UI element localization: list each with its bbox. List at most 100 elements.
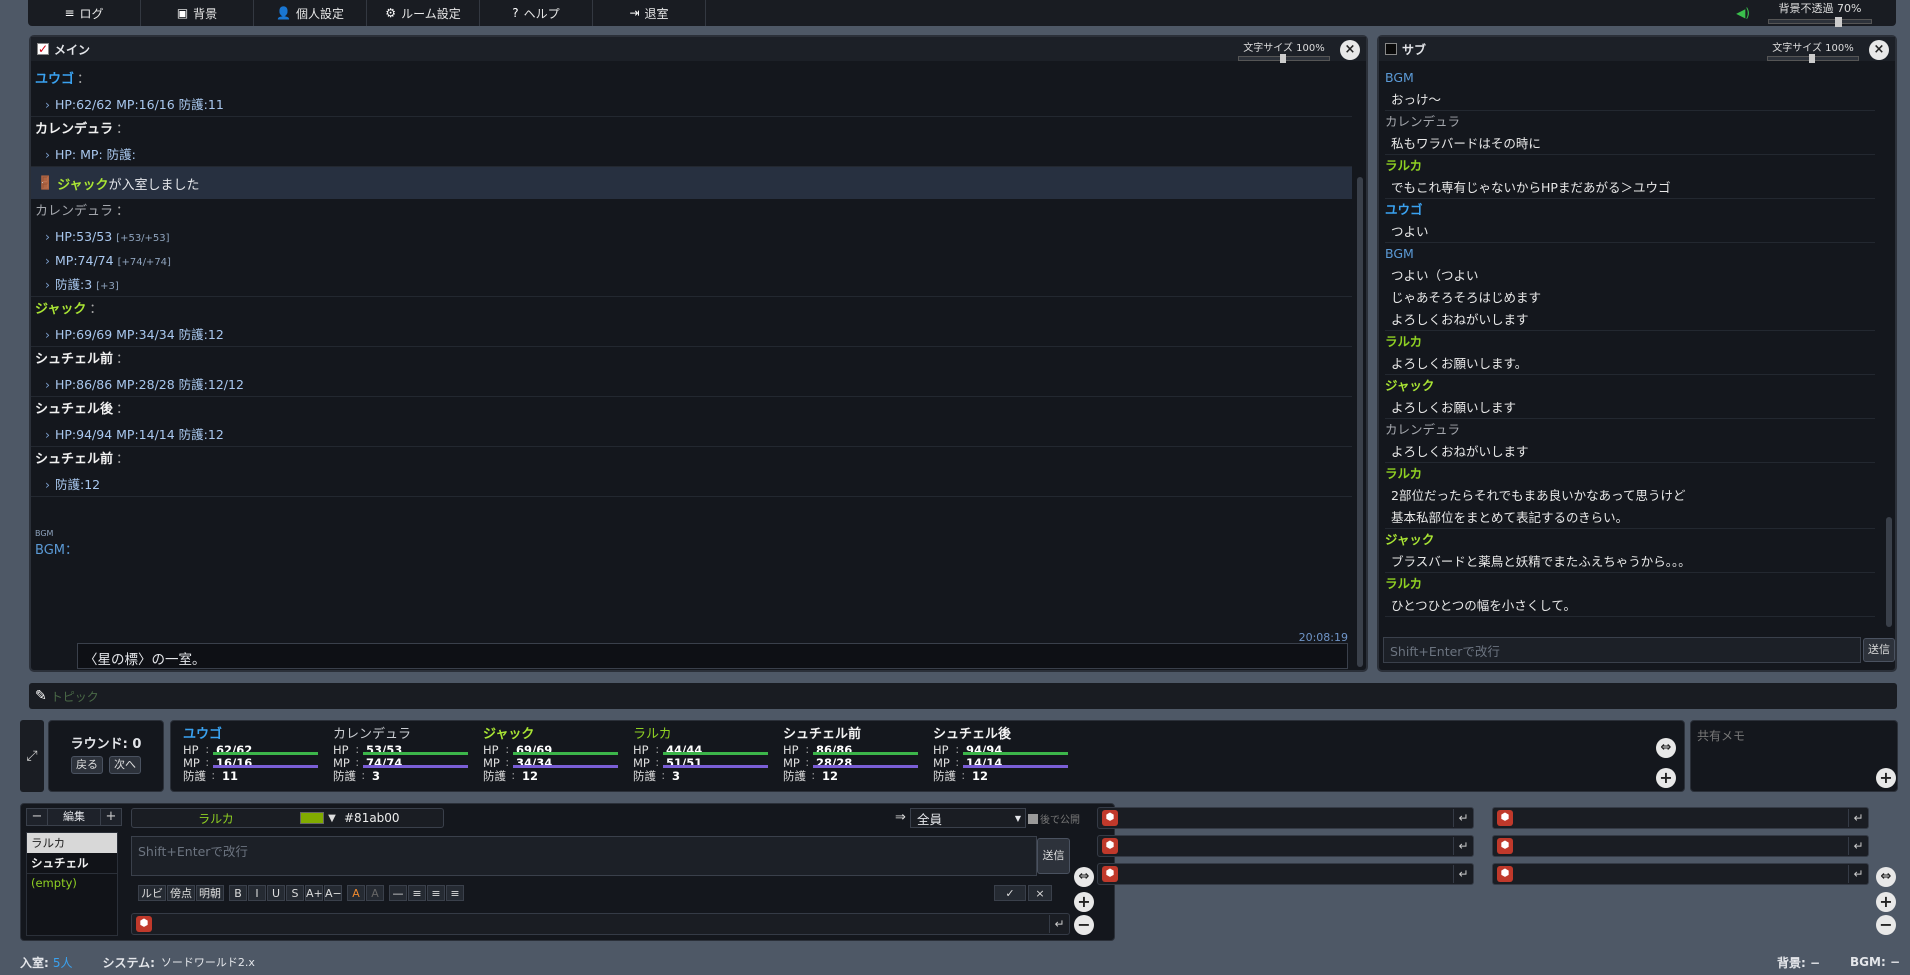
- dice-icon[interactable]: ⬢: [1497, 838, 1513, 854]
- publish-later-checkbox[interactable]: [1028, 813, 1038, 824]
- speaker-icon[interactable]: ◀): [1736, 6, 1750, 20]
- log-line-text: HP: MP: 防護:: [55, 147, 136, 162]
- character-status[interactable]: ジャック HP： 69/69 MP： 34/34 防護： 12: [483, 727, 633, 783]
- enter-icon[interactable]: ↵: [1049, 915, 1069, 933]
- main-close-button[interactable]: ×: [1340, 40, 1360, 60]
- main-chat-input[interactable]: Shift+Enterで改行: [131, 836, 1037, 876]
- format-font-down-button[interactable]: A−: [324, 885, 342, 901]
- sub-checkbox[interactable]: [1385, 43, 1397, 55]
- format-align-center-button[interactable]: ≡: [427, 885, 445, 901]
- sub-close-button[interactable]: ×: [1869, 40, 1889, 60]
- dice-icon[interactable]: ⬢: [1497, 866, 1513, 882]
- swap-icon[interactable]: ⇔: [1656, 738, 1676, 758]
- slider-knob[interactable]: [1809, 54, 1816, 63]
- round-next-button[interactable]: 次へ: [109, 756, 141, 774]
- sub-log-text: よろしくお願いします。: [1391, 356, 1528, 371]
- sub-log-text: 基本私部位をまとめて表記するのきらい。: [1391, 510, 1629, 525]
- format-underline-button[interactable]: U: [267, 885, 285, 901]
- confirm-button[interactable]: ✓: [994, 885, 1026, 901]
- sub-font-size-slider[interactable]: [1767, 54, 1859, 63]
- sub-scrollbar[interactable]: [1886, 517, 1892, 627]
- character-status[interactable]: ラルカ HP： 44/44 MP： 51/51 防護： 3: [633, 727, 783, 783]
- character-item-empty[interactable]: (empty): [27, 874, 117, 892]
- enter-icon[interactable]: ↵: [1453, 865, 1473, 883]
- speaker-color-swatch[interactable]: [300, 812, 324, 824]
- character-status[interactable]: シュチェル後 HP： 94/94 MP： 14/14 防護： 12: [933, 727, 1083, 783]
- main-font-size-slider[interactable]: [1238, 54, 1330, 63]
- character-item-laruka[interactable]: ラルカ: [27, 833, 117, 853]
- target-select[interactable]: 全員 ▼: [910, 808, 1026, 828]
- main-panel-header: ✓ メイン 文字サイズ 100% ×: [31, 37, 1366, 63]
- remove-character-button[interactable]: −: [27, 809, 47, 825]
- room-settings-menu[interactable]: ⚙ ルーム設定: [367, 0, 480, 26]
- format-bold-button[interactable]: B: [229, 885, 247, 901]
- format-align-right-button[interactable]: ≡: [446, 885, 464, 901]
- publish-later-option[interactable]: 後で公開: [1028, 811, 1080, 826]
- add-dice-row-button[interactable]: +: [1074, 892, 1094, 912]
- format-hr-button[interactable]: —: [389, 885, 407, 901]
- slider-knob[interactable]: [1835, 17, 1843, 27]
- sub-chat-input[interactable]: Shift+Enterで改行: [1390, 641, 1500, 660]
- character-status[interactable]: カレンデュラ HP： 53/53 MP： 74/74 防護： 3: [333, 727, 483, 783]
- chevron-down-icon[interactable]: ▼: [324, 813, 340, 824]
- sub-send-button[interactable]: 送信: [1863, 638, 1895, 662]
- format-italic-button[interactable]: I: [248, 885, 266, 901]
- edit-characters-button[interactable]: 編集: [47, 809, 101, 825]
- main-scrollbar[interactable]: [1357, 177, 1363, 667]
- topic-bar[interactable]: ✎ トピック: [29, 683, 1897, 709]
- leave-room-menu[interactable]: ⇥ 退室: [593, 0, 706, 26]
- character-status[interactable]: ユウゴ HP： 62/62 MP： 16/16 防護： 11: [183, 727, 333, 783]
- speaker-name-field[interactable]: ラルカ: [132, 810, 300, 827]
- enter-icon[interactable]: ↵: [1453, 837, 1473, 855]
- format-mincho-button[interactable]: 明朝: [196, 885, 224, 901]
- format-color-a-grey-button[interactable]: A: [366, 885, 384, 901]
- add-dice-row-button[interactable]: +: [1876, 892, 1896, 912]
- system-label: システム:: [102, 955, 155, 970]
- format-emphasis-button[interactable]: 傍点: [167, 885, 195, 901]
- log-line-text: MP:74/74: [55, 253, 114, 268]
- enter-icon[interactable]: ↵: [1848, 837, 1868, 855]
- help-menu[interactable]: ? ヘルプ: [480, 0, 593, 26]
- cancel-button[interactable]: ×: [1028, 885, 1052, 901]
- swap-icon[interactable]: ⇔: [1074, 867, 1094, 887]
- personal-settings-menu[interactable]: 👤 個人設定: [254, 0, 367, 26]
- add-character-button[interactable]: +: [101, 809, 121, 825]
- slider-knob[interactable]: [1280, 54, 1287, 63]
- character-item-schutel[interactable]: シュチェル: [27, 853, 117, 874]
- format-ruby-button[interactable]: ルビ: [138, 885, 166, 901]
- log-menu[interactable]: ≡ ログ: [28, 0, 141, 26]
- dice-icon[interactable]: ⬢: [1102, 866, 1118, 882]
- format-font-up-button[interactable]: A+: [305, 885, 323, 901]
- format-color-a-button[interactable]: A: [347, 885, 365, 901]
- add-status-button[interactable]: +: [1656, 768, 1676, 788]
- edit-icon[interactable]: ✎: [35, 688, 47, 704]
- speaker-color-hex[interactable]: #81ab00: [340, 811, 400, 825]
- add-memo-button[interactable]: +: [1876, 768, 1896, 788]
- sub-log-text: つよい（つよい: [1391, 268, 1479, 283]
- collapse-status-button[interactable]: ⤢: [20, 720, 44, 792]
- dice-icon[interactable]: ⬢: [1102, 838, 1118, 854]
- background-menu[interactable]: ▣ 背景: [141, 0, 254, 26]
- status-def-value: 12: [822, 768, 839, 783]
- format-strike-button[interactable]: S: [286, 885, 304, 901]
- enter-icon[interactable]: ↵: [1453, 809, 1473, 827]
- character-status[interactable]: シュチェル前 HP： 86/86 MP： 28/28 防護： 12: [783, 727, 933, 783]
- bg-opacity-slider[interactable]: [1768, 17, 1872, 27]
- main-checkbox[interactable]: ✓: [37, 43, 49, 55]
- enter-icon[interactable]: ↵: [1848, 865, 1868, 883]
- format-align-left-button[interactable]: ≡: [408, 885, 426, 901]
- round-back-button[interactable]: 戻る: [71, 756, 103, 774]
- remove-dice-row-button[interactable]: −: [1074, 915, 1094, 935]
- log-line-note: [+3]: [96, 281, 119, 292]
- remove-dice-row-button[interactable]: −: [1876, 915, 1896, 935]
- log-line: HP:69/69 MP:34/34 防護:12: [35, 323, 1348, 347]
- swap-icon[interactable]: ⇔: [1876, 867, 1896, 887]
- room-count[interactable]: 5人: [53, 954, 73, 971]
- dice-icon[interactable]: ⬢: [1497, 810, 1513, 826]
- dice-icon[interactable]: ⬢: [136, 916, 152, 932]
- status-colon: ：: [661, 772, 671, 782]
- speaker-separator: ：: [116, 122, 130, 137]
- dice-icon[interactable]: ⬢: [1102, 810, 1118, 826]
- main-send-button[interactable]: 送信: [1037, 838, 1070, 874]
- enter-icon[interactable]: ↵: [1848, 809, 1868, 827]
